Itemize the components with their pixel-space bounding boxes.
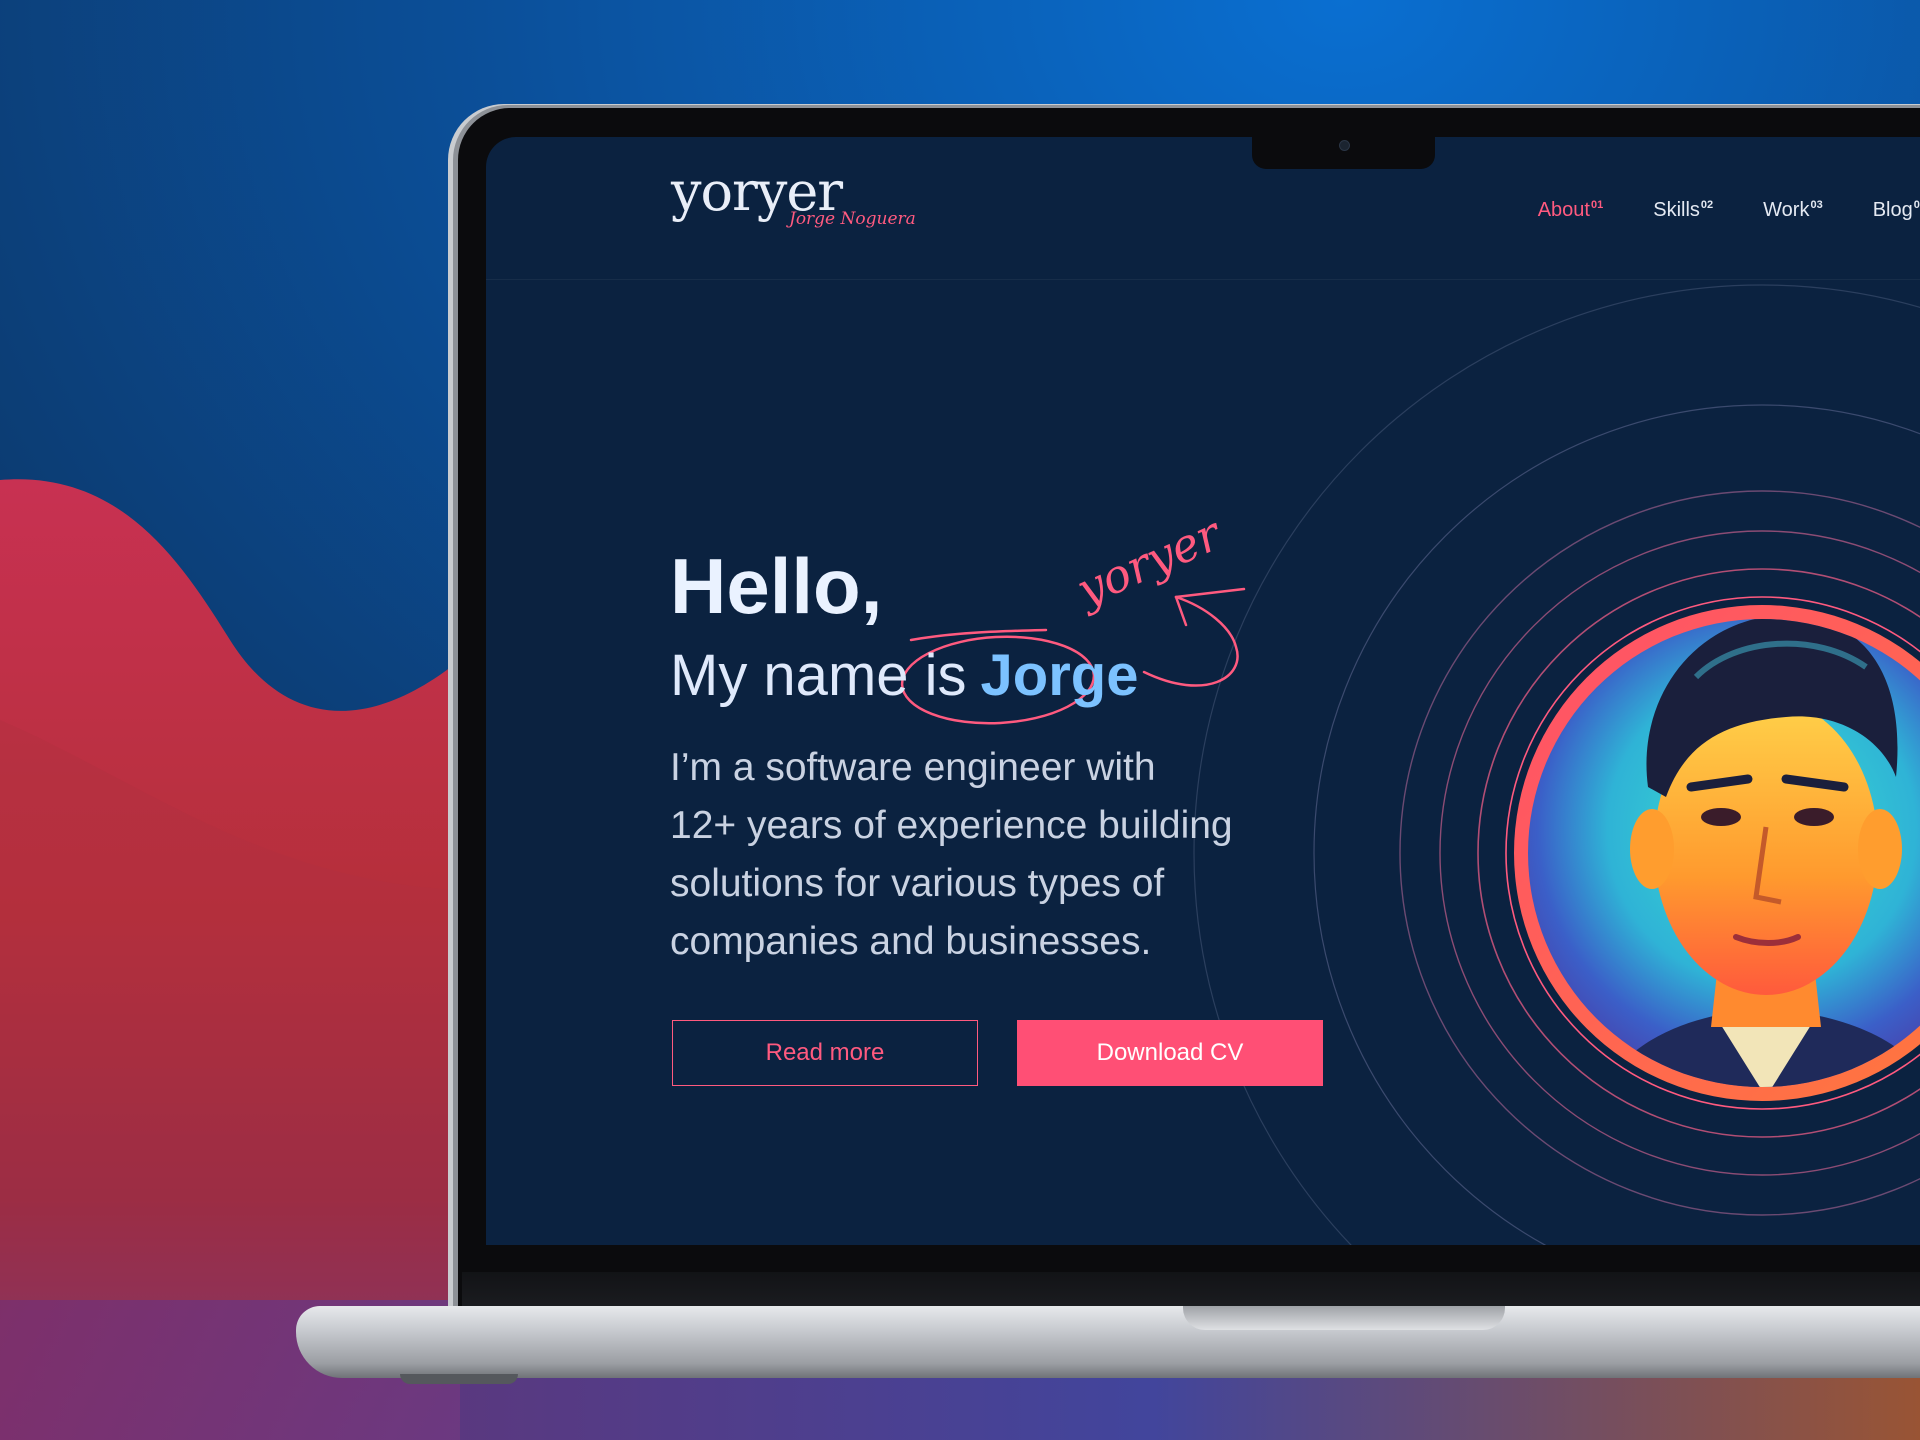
laptop-base bbox=[296, 1306, 1920, 1378]
scribble-text: yoryer bbox=[1067, 505, 1231, 618]
nav-label: Work bbox=[1763, 199, 1810, 221]
site-header: yoryer Jorge Noguera About01 Skills02 Wo… bbox=[486, 137, 1920, 280]
nav-label: Skills bbox=[1653, 199, 1700, 221]
camera-icon bbox=[1339, 140, 1350, 151]
laptop-thumb-notch bbox=[1183, 1306, 1505, 1330]
nav-label: Blog bbox=[1872, 199, 1913, 221]
laptop-mockup-scene: yoryer yoryer Jorge Noguera About01 Skil… bbox=[0, 0, 1920, 1440]
nav-index: 02 bbox=[1700, 199, 1714, 212]
avatar bbox=[1514, 605, 1920, 1101]
nav-label: About bbox=[1537, 199, 1590, 221]
decor-ring bbox=[1477, 568, 1920, 1138]
hero-description: I’m a software engineer with 12+ years o… bbox=[670, 746, 1233, 963]
hero-greeting: Hello, bbox=[670, 542, 883, 630]
read-more-button[interactable]: Read more bbox=[672, 1020, 978, 1086]
decor-ring bbox=[1399, 490, 1920, 1216]
download-cv-button[interactable]: Download CV bbox=[1017, 1020, 1323, 1086]
nav-index: 01 bbox=[1590, 199, 1604, 212]
site-logo[interactable]: yoryer Jorge Noguera bbox=[671, 165, 916, 245]
decor-ring bbox=[1505, 596, 1920, 1110]
hero-name: Jorge bbox=[980, 643, 1139, 708]
decor-ring bbox=[1439, 530, 1920, 1176]
nav-work[interactable]: Work03 bbox=[1763, 199, 1823, 222]
decor-ring bbox=[1313, 404, 1920, 1245]
nav-blog[interactable]: Blog04 bbox=[1873, 199, 1920, 222]
laptop-hinge bbox=[462, 1272, 1920, 1308]
logo-signature: Jorge Noguera bbox=[789, 209, 916, 229]
hero-name-line: My name is Jorge bbox=[670, 647, 1138, 705]
nav-index: 03 bbox=[1810, 199, 1823, 212]
nav-skills[interactable]: Skills02 bbox=[1653, 199, 1713, 222]
nav-index: 04 bbox=[1913, 199, 1920, 212]
laptop-foot bbox=[400, 1374, 518, 1384]
nav-about[interactable]: About01 bbox=[1538, 199, 1604, 222]
main-nav: About01 Skills02 Work03 Blog04 bbox=[1538, 199, 1920, 222]
laptop-screen: yoryer yoryer Jorge Noguera About01 Skil… bbox=[486, 137, 1920, 1245]
hero-name-prefix: My name is bbox=[670, 643, 967, 708]
